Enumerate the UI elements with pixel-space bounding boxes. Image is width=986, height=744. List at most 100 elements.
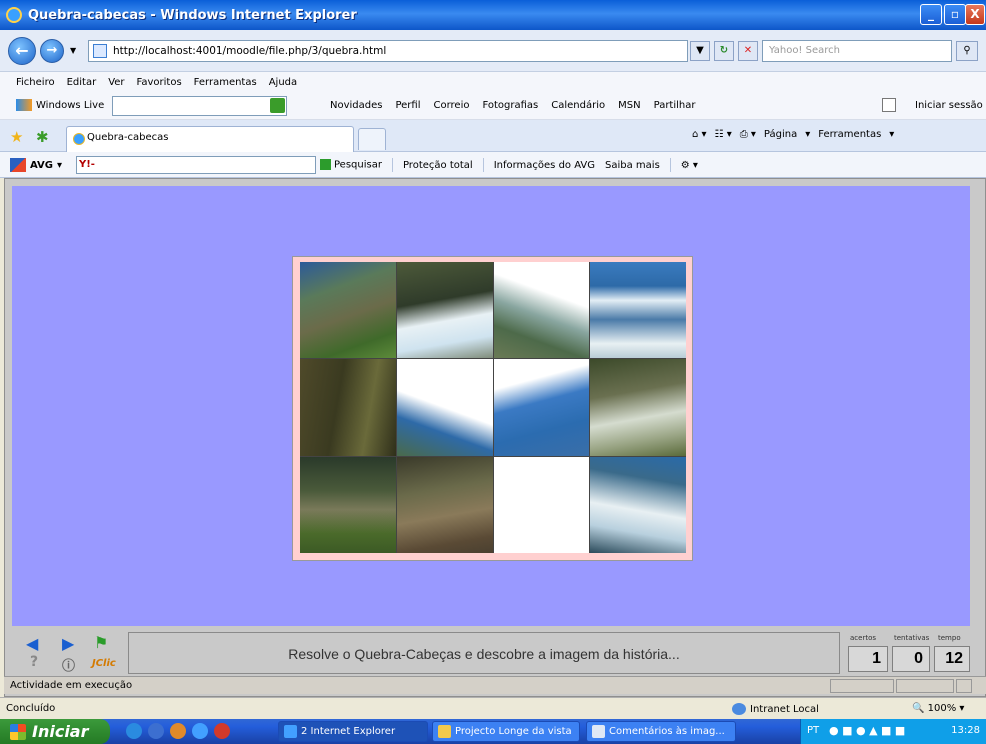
tools-menu-chevron-icon[interactable]: ▾ bbox=[889, 129, 894, 140]
avg-logo-icon bbox=[10, 158, 26, 172]
minimize-button[interactable]: _ bbox=[920, 4, 942, 25]
address-field[interactable]: http://localhost:4001/moodle/file.php/3/… bbox=[88, 40, 688, 62]
avg-more-link[interactable]: Saiba mais bbox=[605, 160, 660, 171]
tools-menu[interactable]: Ferramentas bbox=[818, 129, 881, 140]
puzzle-piece-blank[interactable] bbox=[493, 456, 590, 553]
language-indicator[interactable]: PT bbox=[807, 725, 819, 736]
tab-bar: ★ ✱ Quebra-cabecas ⌂ ▾ ☷ ▾ ⎙ ▾ Página ▾ … bbox=[0, 120, 986, 152]
print-icon[interactable]: ⎙ ▾ bbox=[740, 129, 756, 140]
puzzle-piece[interactable] bbox=[590, 262, 686, 359]
clock: 13:28 bbox=[951, 725, 980, 736]
ie-icon bbox=[284, 725, 297, 738]
favorites-star-icon[interactable]: ★ bbox=[10, 128, 23, 146]
windows-flag-icon bbox=[10, 723, 26, 740]
menu-help[interactable]: Ajuda bbox=[269, 77, 297, 88]
live-link-photos[interactable]: Fotografias bbox=[482, 100, 538, 111]
page-menu[interactable]: Página bbox=[764, 129, 797, 140]
feeds-icon[interactable]: ☷ ▾ bbox=[715, 129, 732, 140]
live-links: Novidades Perfil Correio Fotografias Cal… bbox=[330, 100, 695, 111]
live-search-input[interactable] bbox=[112, 96, 287, 116]
address-url: http://localhost:4001/moodle/file.php/3/… bbox=[113, 45, 387, 57]
avg-protection-link[interactable]: Proteção total bbox=[403, 160, 473, 171]
previous-arrow-icon[interactable]: ◀ bbox=[26, 634, 38, 653]
page-menu-chevron-icon[interactable]: ▾ bbox=[805, 129, 810, 140]
menu-tools[interactable]: Ferramentas bbox=[194, 77, 257, 88]
command-bar: ⌂ ▾ ☷ ▾ ⎙ ▾ Página ▾ Ferramentas ▾ bbox=[692, 129, 894, 140]
puzzle-piece[interactable] bbox=[493, 262, 590, 359]
hits-counter: 1 bbox=[848, 646, 888, 672]
windows-live-brand: Windows Live bbox=[16, 99, 104, 111]
status-text: Concluído bbox=[6, 703, 56, 714]
tray-icons[interactable]: ● ■ ● ▲ ■ ■ bbox=[829, 724, 905, 737]
maximize-button[interactable]: ▫ bbox=[944, 4, 966, 25]
search-icon[interactable]: ⚲ bbox=[956, 41, 978, 61]
forward-button[interactable]: → bbox=[40, 39, 64, 63]
taskbar-item-folder[interactable]: Projecto Longe da vista bbox=[432, 721, 580, 742]
puzzle-piece[interactable] bbox=[396, 456, 493, 553]
tab-favicon-icon bbox=[73, 133, 85, 145]
avg-search-button[interactable]: Pesquisar bbox=[320, 159, 382, 171]
quicklaunch-ie-icon[interactable] bbox=[192, 723, 208, 739]
address-toolbar: ← → ▼ http://localhost:4001/moodle/file.… bbox=[0, 30, 986, 72]
live-link-calendar[interactable]: Calendário bbox=[551, 100, 605, 111]
taskbar-item-internet-explorer[interactable]: 2 Internet Explorer bbox=[278, 721, 428, 742]
speaker-icon[interactable] bbox=[956, 679, 972, 693]
avg-brand[interactable]: AVG ▾ bbox=[10, 158, 62, 172]
windows-live-toolbar: Windows Live Novidades Perfil Correio Fo… bbox=[0, 92, 986, 120]
system-tray: PT ● ■ ● ▲ ■ ■ 13:28 bbox=[800, 719, 986, 744]
puzzle-piece[interactable] bbox=[493, 359, 590, 456]
zoom-level[interactable]: 🔍 100% ▾ bbox=[912, 703, 964, 714]
jclic-status-text: Actividade em execução bbox=[10, 680, 133, 691]
menu-file[interactable]: Ficheiro bbox=[16, 77, 55, 88]
ie-status-bar: Concluído Intranet Local 🔍 100% ▾ bbox=[0, 697, 986, 719]
quicklaunch-app-icon[interactable] bbox=[170, 723, 186, 739]
start-button[interactable]: Iniciar bbox=[0, 719, 110, 744]
search-input[interactable]: Yahoo! Search bbox=[762, 40, 952, 62]
jclic-logo[interactable]: JClic bbox=[92, 658, 116, 669]
quicklaunch-browser-icon[interactable] bbox=[126, 723, 142, 739]
menu-view[interactable]: Ver bbox=[108, 77, 124, 88]
address-dropdown-icon[interactable]: ▼ bbox=[690, 41, 710, 61]
reset-flag-icon[interactable]: ⚑ bbox=[94, 633, 108, 652]
avg-info-link[interactable]: Informações do AVG bbox=[494, 160, 595, 171]
live-link-news[interactable]: Novidades bbox=[330, 100, 382, 111]
hits-label: acertos bbox=[850, 634, 876, 642]
taskbar-item-document[interactable]: Comentários às imag... bbox=[586, 721, 736, 742]
globe-icon bbox=[732, 703, 746, 715]
tab-quebra-cabecas[interactable]: Quebra-cabecas bbox=[66, 126, 354, 152]
puzzle-piece[interactable] bbox=[300, 262, 396, 359]
avg-search-input[interactable]: Y!- bbox=[76, 156, 316, 174]
puzzle-piece[interactable] bbox=[590, 456, 686, 553]
menu-favorites[interactable]: Favoritos bbox=[137, 77, 182, 88]
next-arrow-icon[interactable]: ▶ bbox=[62, 634, 74, 653]
stop-icon[interactable]: ✕ bbox=[738, 41, 758, 61]
new-tab-button[interactable] bbox=[358, 128, 386, 150]
history-dropdown-icon[interactable]: ▼ bbox=[70, 46, 76, 55]
puzzle-piece[interactable] bbox=[300, 359, 396, 456]
quicklaunch-firefox-icon[interactable] bbox=[214, 723, 230, 739]
puzzle-piece[interactable] bbox=[590, 359, 686, 456]
windows-live-logo-icon bbox=[16, 99, 32, 111]
puzzle-piece[interactable] bbox=[396, 359, 493, 456]
avg-extra-icon[interactable]: ⚙ ▾ bbox=[681, 160, 698, 171]
live-link-mail[interactable]: Correio bbox=[434, 100, 470, 111]
quicklaunch-media-icon[interactable] bbox=[148, 723, 164, 739]
security-zone[interactable]: Intranet Local bbox=[732, 703, 819, 715]
live-link-share[interactable]: Partilhar bbox=[654, 100, 696, 111]
back-button[interactable]: ← bbox=[8, 37, 36, 65]
help-icon[interactable]: ? bbox=[30, 654, 38, 670]
close-button[interactable]: X bbox=[965, 4, 985, 25]
puzzle-piece[interactable] bbox=[396, 262, 493, 359]
live-search-icon[interactable] bbox=[270, 98, 285, 113]
refresh-icon[interactable]: ↻ bbox=[714, 41, 734, 61]
live-link-msn[interactable]: MSN bbox=[618, 100, 640, 111]
add-favorite-icon[interactable]: ✱ bbox=[36, 128, 49, 146]
live-link-profile[interactable]: Perfil bbox=[395, 100, 420, 111]
signin-link[interactable]: Iniciar sessão bbox=[915, 100, 983, 111]
home-icon[interactable]: ⌂ ▾ bbox=[692, 129, 707, 140]
signin-checkbox-icon[interactable] bbox=[882, 98, 896, 112]
puzzle-piece[interactable] bbox=[300, 456, 396, 553]
attempts-counter: 0 bbox=[892, 646, 930, 672]
info-icon[interactable]: ⓘ bbox=[62, 655, 75, 674]
menu-edit[interactable]: Editar bbox=[67, 77, 97, 88]
